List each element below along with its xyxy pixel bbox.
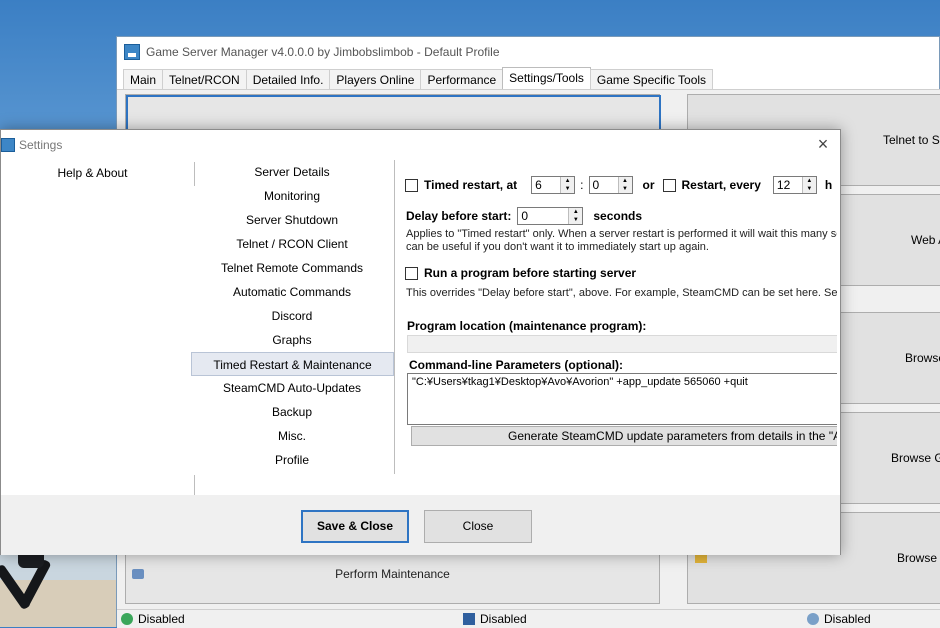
- up-arrow-icon[interactable]: ▲: [561, 177, 575, 185]
- tab-detailed-info[interactable]: Detailed Info.: [245, 69, 331, 90]
- status-item-2: Disabled: [463, 612, 527, 626]
- status-text-2: Disabled: [480, 612, 527, 626]
- settings-app-icon: [1, 138, 15, 152]
- nav-backup[interactable]: Backup: [190, 400, 394, 424]
- status-item-1: Disabled: [121, 612, 185, 626]
- dialog-button-bar: Save & Close Close: [1, 495, 840, 555]
- run-program-checkbox[interactable]: [405, 266, 418, 280]
- status-text-3: Disabled: [824, 612, 871, 626]
- run-program-row: Run a program before starting server: [405, 266, 636, 280]
- nav-misc[interactable]: Misc.: [190, 424, 394, 448]
- main-tabs: Main Telnet/RCON Detailed Info. Players …: [123, 67, 714, 90]
- status-bar: Disabled Disabled Disabled: [117, 609, 940, 628]
- down-arrow-icon[interactable]: ▼: [802, 185, 816, 193]
- tab-performance[interactable]: Performance: [420, 69, 504, 90]
- nav-monitoring[interactable]: Monitoring: [190, 184, 394, 208]
- hour-value: 6: [535, 178, 542, 192]
- nav-discord[interactable]: Discord: [190, 304, 394, 328]
- search-icon: [807, 613, 819, 625]
- cmdline-label: Command-line Parameters (optional):: [409, 358, 624, 372]
- help-pane: Help & About: [1, 160, 194, 495]
- time-colon: :: [580, 178, 584, 192]
- restart-every-stepper[interactable]: 12 ▲ ▼: [772, 176, 817, 194]
- program-location-field[interactable]: [407, 335, 837, 353]
- nav-graphs[interactable]: Graphs: [190, 328, 394, 352]
- nav-timed-restart-maintenance[interactable]: Timed Restart & Maintenance: [191, 352, 394, 376]
- settings-dialog: Settings × Help & About Server Details M…: [0, 129, 841, 555]
- help-about-link[interactable]: Help & About: [1, 166, 184, 180]
- settings-titlebar: Settings ×: [1, 130, 840, 160]
- main-window-title: Game Server Manager v4.0.0.0 by Jimbobsl…: [146, 45, 500, 59]
- tab-players-online[interactable]: Players Online: [329, 69, 422, 90]
- nav-steamcmd-auto-updates[interactable]: SteamCMD Auto-Updates: [190, 376, 394, 400]
- status-text-1: Disabled: [138, 612, 185, 626]
- cmdline-field[interactable]: "C:¥Users¥tkag1¥Desktop¥Avo¥Avorion" +ap…: [407, 373, 837, 425]
- nav-automatic-commands[interactable]: Automatic Commands: [190, 280, 394, 304]
- restart-every-label: Restart, every: [681, 178, 761, 192]
- nav-telnet-remote-commands[interactable]: Telnet Remote Commands: [190, 256, 394, 280]
- program-location-label: Program location (maintenance program):: [407, 319, 647, 333]
- timed-restart-row: Timed restart, at 6 ▲ ▼ : 0 ▲ ▼ or Restart…: [405, 176, 832, 194]
- close-button[interactable]: Close: [424, 510, 532, 543]
- minute-value: 0: [592, 178, 600, 192]
- hour-stepper[interactable]: 6 ▲ ▼: [531, 176, 576, 194]
- timed-restart-checkbox[interactable]: [405, 178, 418, 192]
- up-arrow-icon[interactable]: ▲: [618, 177, 632, 185]
- or-label: or: [642, 178, 655, 192]
- save-close-button[interactable]: Save & Close: [301, 510, 409, 543]
- minute-stepper[interactable]: 0 ▲ ▼: [588, 176, 633, 194]
- run-program-desc: This overrides "Delay before start", abo…: [406, 287, 837, 299]
- tab-game-specific-tools[interactable]: Game Specific Tools: [589, 69, 714, 90]
- status-item-3: Disabled: [807, 612, 871, 626]
- app-icon: [124, 44, 140, 60]
- up-arrow-icon[interactable]: ▲: [569, 208, 583, 216]
- every-value: 12: [776, 178, 791, 192]
- main-titlebar: Game Server Manager v4.0.0.0 by Jimbobsl…: [117, 37, 939, 67]
- refresh-icon: [121, 613, 133, 625]
- settings-nav: Server Details Monitoring Server Shutdow…: [190, 160, 394, 472]
- nav-server-details[interactable]: Server Details: [190, 160, 394, 184]
- timed-restart-pane: Timed restart, at 6 ▲ ▼ : 0 ▲ ▼ or Restart…: [395, 160, 837, 495]
- seconds-label: seconds: [593, 209, 643, 223]
- delay-value: 0: [521, 209, 529, 223]
- up-arrow-icon[interactable]: ▲: [802, 177, 816, 185]
- down-arrow-icon[interactable]: ▼: [618, 185, 632, 193]
- timed-restart-label: Timed restart, at: [424, 178, 518, 192]
- nav-profile[interactable]: Profile: [190, 448, 394, 472]
- delay-desc-2: can be useful if you don't want it to im…: [406, 241, 709, 253]
- tab-settings-tools[interactable]: Settings/Tools: [502, 67, 591, 90]
- every-unit: h: [824, 178, 833, 192]
- delay-desc-1: Applies to "Timed restart" only. When a …: [406, 228, 837, 240]
- generate-steamcmd-params-button[interactable]: Generate SteamCMD update parameters from…: [411, 426, 837, 446]
- run-program-label: Run a program before starting server: [424, 266, 637, 280]
- nav-telnet-rcon-client[interactable]: Telnet / RCON Client: [190, 232, 394, 256]
- down-arrow-icon[interactable]: ▼: [569, 216, 583, 224]
- settings-title: Settings: [19, 138, 63, 152]
- tab-main[interactable]: Main: [123, 69, 164, 90]
- close-icon[interactable]: ×: [814, 135, 832, 154]
- restart-every-checkbox[interactable]: [662, 178, 676, 192]
- down-arrow-icon[interactable]: ▼: [561, 185, 575, 193]
- tab-telnet-rcon[interactable]: Telnet/RCON: [162, 69, 247, 90]
- perform-maintenance-button[interactable]: Perform Maintenance: [126, 567, 659, 581]
- save-icon: [463, 613, 475, 625]
- delay-label: Delay before start:: [406, 209, 512, 223]
- divider: [194, 475, 195, 495]
- delay-stepper[interactable]: 0 ▲ ▼: [517, 207, 584, 225]
- nav-server-shutdown[interactable]: Server Shutdown: [190, 208, 394, 232]
- delay-row: Delay before start: 0 ▲ ▼ seconds: [406, 207, 642, 225]
